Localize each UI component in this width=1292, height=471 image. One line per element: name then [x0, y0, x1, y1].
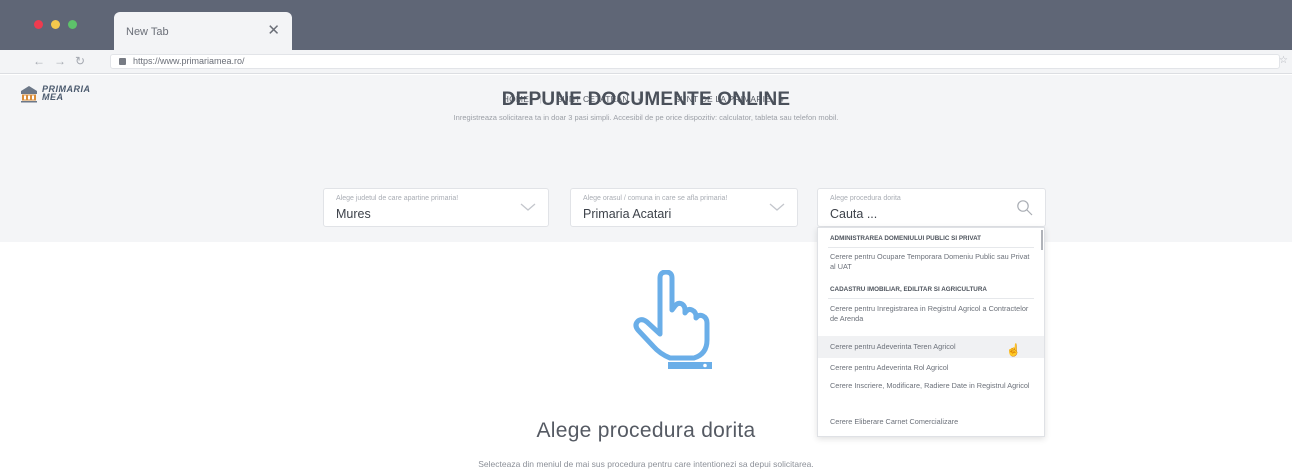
reload-icon[interactable]: ↻	[75, 54, 85, 68]
hand-cursor-icon: ☝	[1006, 343, 1021, 357]
chevron-down-icon	[769, 203, 785, 211]
county-select-value: Mures	[336, 207, 371, 221]
dropdown-option[interactable]: Cerere pentru Adeverinta Rol Agricol	[818, 363, 1044, 373]
window-close-dot[interactable]	[34, 20, 43, 29]
browser-titlebar: New Tab ✕	[0, 0, 1292, 50]
forward-arrow-icon[interactable]: →	[54, 54, 66, 68]
procedure-search-input[interactable]: Cauta ...	[830, 207, 877, 221]
county-select[interactable]: Alege judetul de care apartine primaria!…	[323, 188, 549, 227]
procedure-dropdown: ADMINISTRAREA DOMENIULUI PUBLIC SI PRIVA…	[817, 227, 1045, 437]
dropdown-option[interactable]: Cerere Inscriere, Modificare, Radiere Da…	[818, 381, 1044, 391]
search-icon[interactable]	[1016, 199, 1033, 216]
dropdown-divider	[828, 247, 1034, 248]
window-minimize-dot[interactable]	[51, 20, 60, 29]
city-select-label: Alege orasul / comuna in care se afla pr…	[583, 195, 728, 202]
empty-state-subtitle: Selecteaza din meniul de mai sus procedu…	[478, 459, 814, 469]
pointing-hand-icon	[633, 270, 712, 369]
tab-close-icon[interactable]: ✕	[267, 21, 280, 39]
page-title: DEPUNE DOCUMENTE ONLINE	[501, 89, 791, 110]
browser-toolbar: ← → ↻ https://www.primariamea.ro/ ☆	[0, 50, 1292, 74]
address-url: https://www.primariamea.ro/	[133, 56, 245, 66]
dropdown-group-header: CADASTRU IMOBILIAR, EDILITAR SI AGRICULT…	[830, 286, 987, 293]
window-zoom-dot[interactable]	[68, 20, 77, 29]
bookmark-star-icon[interactable]: ☆	[1279, 55, 1288, 66]
procedure-search-label: Alege procedura dorita	[830, 195, 901, 202]
tab-title: New Tab	[126, 26, 169, 38]
lock-icon	[119, 58, 126, 65]
county-select-label: Alege judetul de care apartine primaria!	[336, 195, 459, 202]
dropdown-option[interactable]: Cerere pentru Inregistrarea in Registrul…	[818, 304, 1044, 324]
back-arrow-icon[interactable]: ←	[33, 54, 45, 68]
empty-state-title: Alege procedura dorita	[536, 419, 756, 442]
dropdown-group-header: ADMINISTRAREA DOMENIULUI PUBLIC SI PRIVA…	[830, 235, 982, 242]
city-select-value: Primaria Acatari	[583, 207, 672, 221]
page-subtitle: Inregistreaza solicitarea ta in doar 3 p…	[453, 113, 839, 122]
procedure-search[interactable]: Alege procedura dorita Cauta ...	[817, 188, 1046, 227]
browser-tab[interactable]: New Tab ✕	[114, 12, 292, 50]
dropdown-divider	[828, 298, 1034, 299]
chevron-down-icon	[520, 203, 536, 211]
city-select[interactable]: Alege orasul / comuna in care se afla pr…	[570, 188, 798, 227]
dropdown-option[interactable]: Cerere pentru Ocupare Temporara Domeniu …	[818, 252, 1044, 272]
address-bar[interactable]: https://www.primariamea.ro/	[110, 54, 1280, 69]
